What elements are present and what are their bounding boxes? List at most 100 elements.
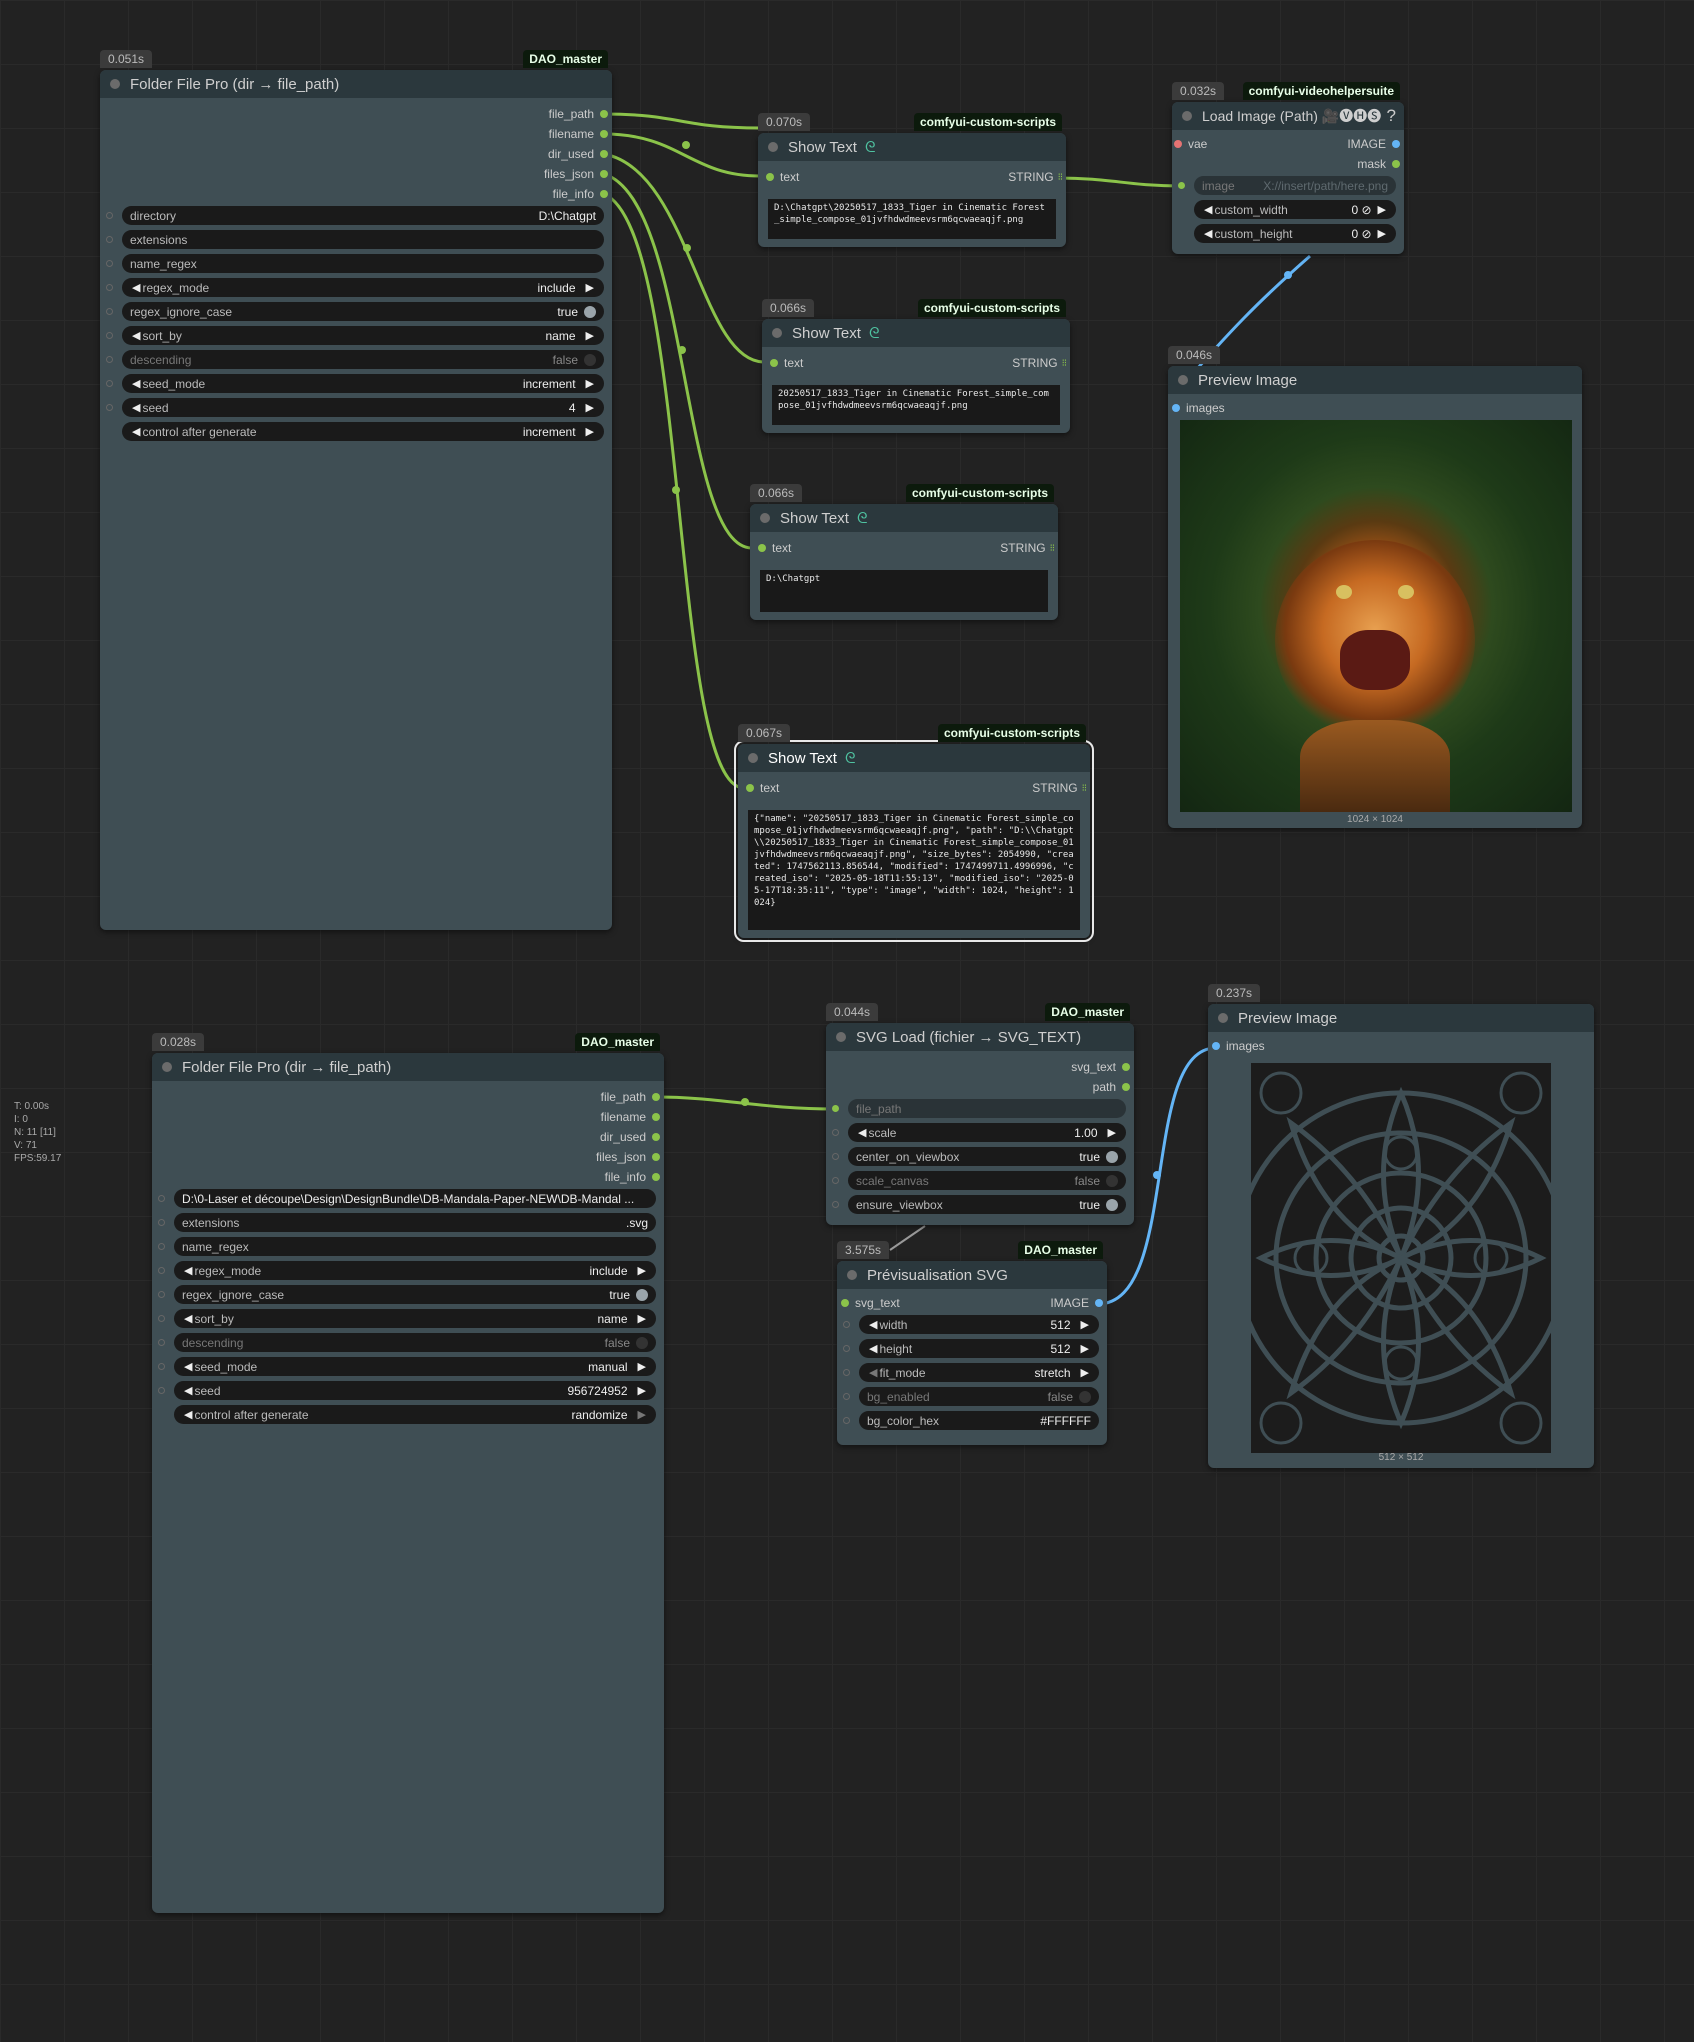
node-titlebar[interactable]: Preview Image	[1208, 1004, 1594, 1032]
collapse-dot-icon[interactable]	[760, 513, 770, 523]
output-file-path[interactable]: file_path	[549, 104, 608, 124]
regex-mode-combo[interactable]: ◀ regex_mode include ▶	[122, 278, 604, 297]
output-image[interactable]: IMAGE	[1347, 134, 1400, 154]
seed-mode-combo[interactable]: ◀ seed_mode increment ▶	[122, 374, 604, 393]
output-filename[interactable]: filename	[601, 1107, 660, 1127]
collapse-dot-icon[interactable]	[162, 1062, 172, 1072]
output-file-path[interactable]: file_path	[601, 1087, 660, 1107]
collapse-dot-icon[interactable]	[748, 753, 758, 763]
show-text-node-3[interactable]: 0.066s comfyui-custom-scripts Show Text ᘓ…	[750, 484, 1058, 620]
text-display[interactable]: D:\Chatgpt	[760, 570, 1048, 612]
width-number[interactable]: ◀ width 512 ▶	[859, 1315, 1099, 1334]
output-filename[interactable]: filename	[549, 124, 608, 144]
node-titlebar[interactable]: Show Text ᘓ	[758, 133, 1066, 161]
extensions-field[interactable]: extensions	[122, 230, 604, 249]
bg-color-hex-field[interactable]: bg_color_hex #FFFFFF	[859, 1411, 1099, 1430]
tiger-preview-image[interactable]	[1180, 420, 1572, 812]
regex-ignore-case-toggle[interactable]: regex_ignore_case true	[122, 302, 604, 321]
scale-number[interactable]: ◀ scale 1.00 ▶	[848, 1123, 1126, 1142]
node-titlebar[interactable]: Show Text ᘓ	[750, 504, 1058, 532]
collapse-dot-icon[interactable]	[836, 1032, 846, 1042]
seed-mode-combo[interactable]: ◀ seed_mode manual ▶	[174, 1357, 656, 1376]
fit-mode-combo[interactable]: ◀ fit_mode stretch ▶	[859, 1363, 1099, 1382]
output-string[interactable]: STRING ⁝⁝	[1008, 167, 1063, 187]
node-titlebar[interactable]: Folder File Pro (dir → file_path)	[100, 70, 612, 98]
text-display[interactable]: D:\Chatgpt\20250517_1833_Tiger in Cinema…	[768, 199, 1056, 239]
input-text[interactable]: text	[770, 353, 803, 373]
collapse-dot-icon[interactable]	[110, 79, 120, 89]
folder-file-pro-node-2[interactable]: 0.028s DAO_master Folder File Pro (dir →…	[152, 1033, 664, 1913]
control-after-generate-combo[interactable]: ◀ control after generate increment ▶	[122, 422, 604, 441]
bg-enabled-toggle[interactable]: bg_enabled false	[859, 1387, 1099, 1406]
folder-file-pro-node-1[interactable]: 0.051s DAO_master Folder File Pro (dir →…	[100, 50, 612, 930]
collapse-dot-icon[interactable]	[1178, 375, 1188, 385]
preview-image-node-1[interactable]: 0.046s Preview Image images 1024 × 1024	[1168, 346, 1582, 828]
output-file-info[interactable]: file_info	[553, 184, 608, 204]
ensure-viewbox-toggle[interactable]: ensure_viewbox true	[848, 1195, 1126, 1214]
collapse-dot-icon[interactable]	[1218, 1013, 1228, 1023]
seed-number[interactable]: ◀ seed 4 ▶	[122, 398, 604, 417]
mandala-preview-image[interactable]	[1251, 1063, 1551, 1453]
input-text[interactable]: text	[758, 538, 791, 558]
directory-field[interactable]: directory D:\Chatgpt	[122, 206, 604, 225]
svg-preview-node[interactable]: 3.575s DAO_master Prévisualisation SVG s…	[837, 1241, 1107, 1445]
directory-field[interactable]: D:\0-Laser et découpe\Design\DesignBundl…	[174, 1189, 656, 1208]
input-images[interactable]: images	[1172, 398, 1225, 418]
load-image-path-node[interactable]: 0.032s comfyui-videohelpersuite Load Ima…	[1172, 82, 1404, 254]
text-display[interactable]: 20250517_1833_Tiger in Cinematic Forest_…	[772, 385, 1060, 425]
output-mask[interactable]: mask	[1357, 154, 1400, 174]
output-svg-text[interactable]: svg_text	[1071, 1057, 1130, 1077]
output-files-json[interactable]: files_json	[596, 1147, 660, 1167]
collapse-dot-icon[interactable]	[768, 142, 778, 152]
output-string[interactable]: STRING ⁝⁝	[1000, 538, 1055, 558]
node-titlebar[interactable]: Folder File Pro (dir → file_path)	[152, 1053, 664, 1081]
text-display[interactable]: {"name": "20250517_1833_Tiger in Cinemat…	[748, 810, 1080, 930]
extensions-field[interactable]: extensions .svg	[174, 1213, 656, 1232]
name-regex-field[interactable]: name_regex	[122, 254, 604, 273]
input-svg-text[interactable]: svg_text	[841, 1293, 900, 1313]
input-vae[interactable]: vae	[1174, 134, 1207, 154]
custom-width-number[interactable]: ◀ custom_width 0 ⊘ ▶	[1194, 200, 1396, 219]
input-images[interactable]: images	[1212, 1036, 1265, 1056]
collapse-dot-icon[interactable]	[1182, 111, 1192, 121]
svg-load-node[interactable]: 0.044s DAO_master SVG Load (fichier → SV…	[826, 1003, 1134, 1225]
show-text-node-4[interactable]: 0.067s comfyui-custom-scripts Show Text ᘓ…	[734, 724, 1094, 942]
output-string[interactable]: STRING ⁝⁝	[1032, 778, 1087, 798]
sort-by-combo[interactable]: ◀ sort_by name ▶	[122, 326, 604, 345]
center-on-viewbox-toggle[interactable]: center_on_viewbox true	[848, 1147, 1126, 1166]
output-dir-used[interactable]: dir_used	[548, 144, 608, 164]
output-path[interactable]: path	[1093, 1077, 1130, 1097]
node-titlebar[interactable]: SVG Load (fichier → SVG_TEXT)	[826, 1023, 1134, 1051]
collapse-dot-icon[interactable]	[847, 1270, 857, 1280]
help-icon[interactable]: ?	[1387, 106, 1396, 126]
image-path-field[interactable]: image X://insert/path/here.png	[1194, 176, 1396, 195]
descending-toggle[interactable]: descending false	[122, 350, 604, 369]
seed-number[interactable]: ◀ seed 956724952 ▶	[174, 1381, 656, 1400]
preview-image-node-2[interactable]: 0.237s Preview Image images 512 × 512	[1208, 984, 1594, 1468]
input-text[interactable]: text	[746, 778, 779, 798]
node-titlebar[interactable]: Load Image (Path) 🎥🅥🅗🅢?	[1172, 102, 1404, 130]
show-text-node-2[interactable]: 0.066s comfyui-custom-scripts Show Text ᘓ…	[762, 299, 1070, 433]
file-path-field[interactable]: file_path	[848, 1099, 1126, 1118]
show-text-node-1[interactable]: 0.070s comfyui-custom-scripts Show Text ᘓ…	[758, 113, 1066, 247]
node-titlebar[interactable]: Show Text ᘓ	[738, 744, 1090, 772]
custom-height-number[interactable]: ◀ custom_height 0 ⊘ ▶	[1194, 224, 1396, 243]
scale-canvas-toggle[interactable]: scale_canvas false	[848, 1171, 1126, 1190]
output-dir-used[interactable]: dir_used	[600, 1127, 660, 1147]
control-after-generate-combo[interactable]: ◀ control after generate randomize ▶	[174, 1405, 656, 1424]
regex-mode-combo[interactable]: ◀ regex_mode include ▶	[174, 1261, 656, 1280]
descending-toggle[interactable]: descending false	[174, 1333, 656, 1352]
input-text[interactable]: text	[766, 167, 799, 187]
name-regex-field[interactable]: name_regex	[174, 1237, 656, 1256]
output-image[interactable]: IMAGE	[1050, 1293, 1103, 1313]
sort-by-combo[interactable]: ◀ sort_by name ▶	[174, 1309, 656, 1328]
output-files-json[interactable]: files_json	[544, 164, 608, 184]
output-string[interactable]: STRING ⁝⁝	[1012, 353, 1067, 373]
node-titlebar[interactable]: Preview Image	[1168, 366, 1582, 394]
node-titlebar[interactable]: Show Text ᘓ	[762, 319, 1070, 347]
collapse-dot-icon[interactable]	[772, 328, 782, 338]
regex-ignore-case-toggle[interactable]: regex_ignore_case true	[174, 1285, 656, 1304]
output-file-info[interactable]: file_info	[605, 1167, 660, 1187]
height-number[interactable]: ◀ height 512 ▶	[859, 1339, 1099, 1358]
node-titlebar[interactable]: Prévisualisation SVG	[837, 1261, 1107, 1289]
